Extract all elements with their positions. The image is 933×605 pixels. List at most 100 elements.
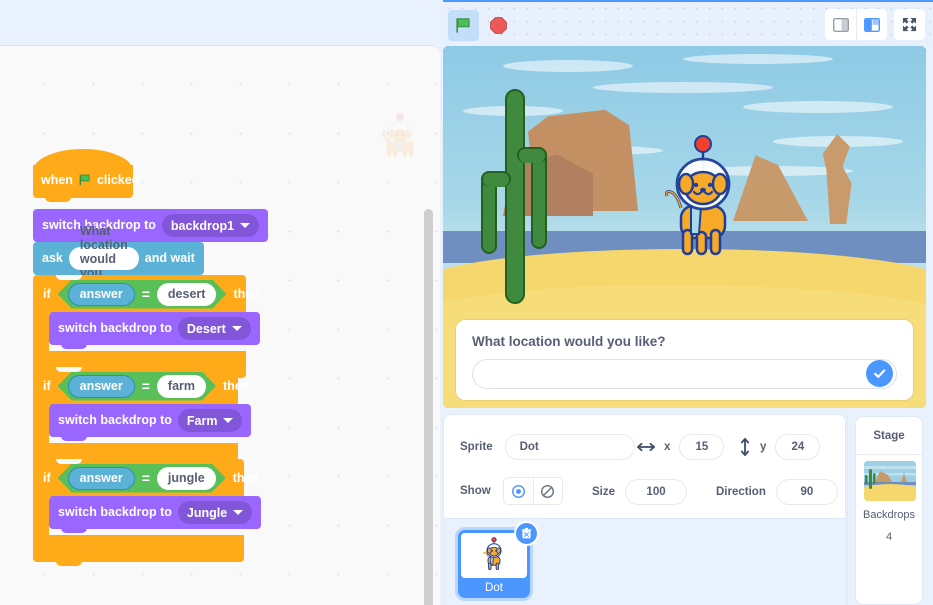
backdrops-count: 4 [885,531,893,543]
backdrop-dropdown-farm[interactable]: Farm [177,409,243,432]
block-equals-2[interactable]: answer = farm [58,372,216,401]
stage-selector-header: Stage [856,417,922,455]
ask-label-pre: ask [42,251,63,266]
code-workspace[interactable]: when clicked switch backdrop to backdrop… [0,45,440,605]
sprite-tile-label: Dot [485,582,503,594]
answer-label-2: answer [79,379,123,393]
if-label-1: if [43,286,51,301]
block-switch-backdrop-desert[interactable]: switch backdrop to Desert [49,312,260,349]
compare-value-text-1: desert [167,287,206,301]
backdrop-dropdown-value-jungle: Jungle [186,505,228,520]
compare-value-text-2: farm [167,379,196,393]
visibility-toggle-group [502,477,563,505]
backdrop-dropdown-1[interactable]: backdrop1 [161,214,260,237]
sprite-name-label: Sprite [460,441,493,453]
block-answer-reporter-3[interactable]: answer [68,467,135,490]
then-label-2: then [223,378,250,393]
horizontal-arrows-icon [637,442,655,452]
eye-visible-icon [511,484,525,498]
stop-button[interactable] [483,10,514,41]
stage-selector-pane[interactable]: Stage Backdrops 4 [855,416,923,605]
if-footer-3 [33,535,244,566]
block-switch-backdrop-1[interactable]: switch backdrop to backdrop1 [33,209,269,246]
if-label-3: if [43,470,51,485]
block-when-flag-clicked[interactable]: when clicked [33,149,139,202]
small-stage-button[interactable] [825,9,856,40]
block-switch-backdrop-farm[interactable]: switch backdrop to Farm [49,404,252,441]
compare-value-input-3[interactable]: jungle [157,467,216,490]
direction-label: Direction [716,486,766,498]
green-flag-icon [79,174,90,186]
code-vertical-scrollbar[interactable] [424,209,433,605]
show-label: Show [460,485,491,497]
sprite-tile-dot[interactable]: Dot [458,521,539,598]
ask-prompt-question: What location would you like? [472,334,666,349]
delete-sprite-button[interactable] [514,521,539,546]
sprite-name-input[interactable] [504,434,635,460]
compare-value-input-1[interactable]: desert [157,283,217,306]
hat-word-when: when [41,172,73,187]
block-answer-reporter-1[interactable]: answer [68,283,135,306]
large-stage-layout-icon [864,17,880,32]
ask-question-input[interactable]: What location would you like? [68,224,139,294]
switch-backdrop-label-3: switch backdrop to [58,505,172,520]
sprite-list-pane: Dot [443,519,846,605]
fullscreen-icon [902,17,917,32]
vertical-arrows-icon [740,438,750,456]
backdrop-dropdown-desert[interactable]: Desert [177,317,251,340]
switch-backdrop-label-2: switch backdrop to [58,413,172,428]
answer-label-3: answer [79,471,123,485]
ask-submit-button[interactable] [866,360,893,387]
backdrop-dropdown-value-farm: Farm [186,413,218,428]
size-input[interactable] [625,479,688,505]
backdrops-label: Backdrops [863,509,915,521]
show-sprite-button[interactable] [503,478,533,504]
compare-value-input-2[interactable]: farm [157,375,206,398]
then-label-3: then [232,470,260,485]
sprite-dot-on-stage[interactable] [653,134,753,274]
y-coordinate-input[interactable] [775,434,821,460]
answer-label-1: answer [79,287,123,301]
ask-answer-input[interactable] [472,359,897,389]
green-flag-button[interactable] [448,10,479,41]
small-stage-layout-icon [832,17,849,32]
if-label-2: if [43,378,51,393]
hat-word-clicked: clicked [96,172,140,187]
scratch-editor: when clicked switch backdrop to backdrop… [0,0,933,605]
chevron-down-icon [231,326,242,331]
if-arm-1 [33,313,49,351]
x-coordinate-input[interactable] [679,434,725,460]
ask-prompt-box: What location would you like? [456,320,913,400]
stage-area[interactable]: What location would you like? [443,46,926,408]
if-header-1[interactable]: if answer = desert then [33,275,260,313]
fullscreen-button[interactable] [894,9,925,40]
chevron-down-icon [223,418,234,423]
hide-sprite-button[interactable] [532,478,562,504]
if-arm-2 [33,405,49,443]
large-stage-button[interactable] [856,9,887,40]
if-header-2[interactable]: if answer = farm then [33,367,249,405]
if-header-3[interactable]: if answer = jungle then [33,459,259,497]
green-flag-icon [456,18,470,33]
astronaut-dog-sprite [483,536,502,570]
stage-size-controls [825,9,925,40]
direction-input[interactable] [775,479,838,505]
trash-icon [521,527,532,539]
backdrop-thumbnail[interactable] [864,461,916,501]
backdrop-dropdown-jungle[interactable]: Jungle [177,501,253,524]
block-answer-reporter-2[interactable]: answer [68,375,135,398]
sprite-info-panel: Sprite x y Show [443,414,846,519]
if-arm-3 [33,497,49,535]
mesa-spire [822,134,852,224]
stop-sign-icon [490,17,507,34]
block-ask-and-wait[interactable]: ask What location would you like? and wa… [33,224,204,294]
block-switch-backdrop-jungle[interactable]: switch backdrop to Jungle [49,496,262,533]
size-label: Size [592,486,616,498]
equals-operator-2: = [141,378,150,394]
block-equals-1[interactable]: answer = desert [58,280,227,309]
then-label-1: then [233,286,260,301]
block-equals-3[interactable]: answer = jungle [58,464,226,493]
x-coordinate-label: x [664,441,671,453]
switch-backdrop-label-1: switch backdrop to [58,321,172,336]
sprite-watermark-icon [373,109,427,163]
